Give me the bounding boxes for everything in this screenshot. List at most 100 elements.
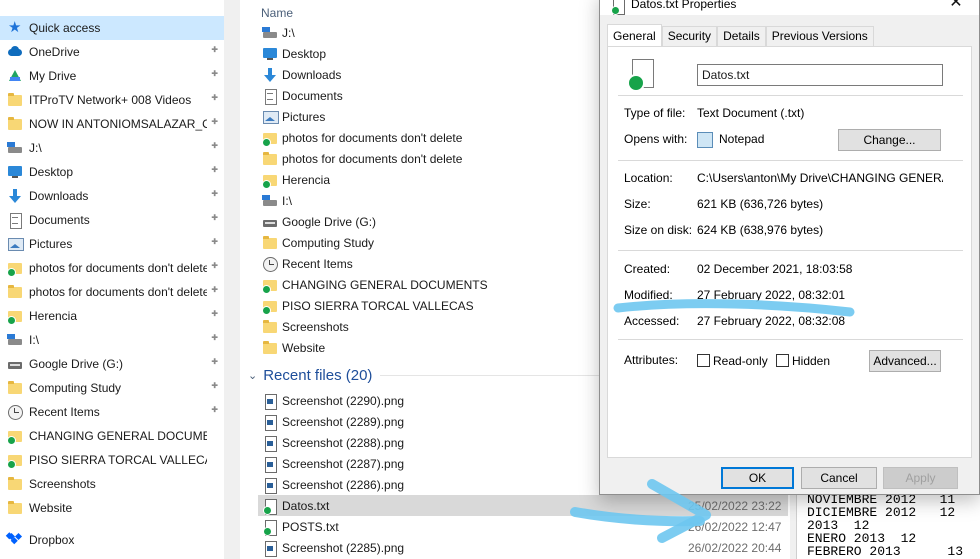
star-icon (7, 18, 23, 36)
nav-item[interactable]: photos for documents don't delete ✖ (0, 280, 224, 304)
folder-name: Desktop (282, 46, 327, 61)
text-file-icon (626, 59, 654, 92)
size-on-disk-value: 624 KB (638,976 bytes) (697, 223, 824, 237)
dialog-title: Datos.txt Properties (631, 0, 737, 11)
tab-general[interactable]: General (607, 24, 662, 46)
pin-icon[interactable]: ✖ (209, 380, 220, 391)
change-button[interactable]: Change... (838, 129, 941, 151)
nav-item[interactable]: Herencia ✖ (0, 304, 224, 328)
folder-name: J:\ (282, 25, 295, 40)
opens-with-value: Notepad (719, 132, 765, 146)
nav-item-label: NOW IN ANTONIOMSALAZAR_OUTLOOK (29, 117, 207, 131)
google-drive-disk-icon (262, 214, 278, 230)
recent-files-group-header[interactable]: ⌄ Recent files (20) (248, 365, 372, 385)
nav-item-label: Dropbox (29, 533, 75, 547)
cancel-button[interactable]: Cancel (801, 467, 877, 489)
nav-item[interactable]: photos for documents don't delete ✖ (0, 256, 224, 280)
recent-items-icon (262, 256, 278, 272)
chevron-down-icon: ⌄ (248, 369, 258, 382)
hidden-label[interactable]: Hidden (792, 354, 830, 368)
pin-icon[interactable]: ✖ (209, 332, 220, 343)
readonly-label[interactable]: Read-only (713, 354, 768, 368)
pin-icon[interactable]: ✖ (209, 404, 220, 415)
modified-value: 27 February 2022, 08:32:01 (697, 288, 846, 302)
synced-folder-icon (262, 130, 278, 147)
pin-icon[interactable]: ✖ (209, 260, 220, 271)
nav-item[interactable]: Downloads ✖ (0, 184, 224, 208)
pin-icon[interactable]: ✖ (209, 212, 220, 223)
nav-item[interactable]: I:\ ✖ (0, 328, 224, 352)
file-date: 25/02/2022 23:22 (688, 498, 782, 513)
separator (618, 250, 963, 251)
file-row[interactable]: Datos.txt 25/02/2022 23:22 (258, 495, 788, 516)
file-name: POSTS.txt (282, 519, 339, 534)
advanced-button[interactable]: Advanced... (869, 350, 941, 372)
size-value: 621 KB (636,726 bytes) (697, 197, 824, 211)
nav-item[interactable]: My Drive ✖ (0, 64, 224, 88)
pin-icon[interactable]: ✖ (209, 308, 220, 319)
png-file-icon (262, 477, 278, 494)
nav-item-label: PISO SIERRA TORCAL VALLECAS (29, 453, 207, 467)
apply-button[interactable]: Apply (883, 467, 958, 489)
type-label: Type of file: (624, 106, 686, 120)
nav-item[interactable]: Website (0, 496, 224, 520)
pin-icon[interactable]: ✖ (209, 164, 220, 175)
tab-previous-versions[interactable]: Previous Versions (765, 26, 874, 46)
tab-security[interactable]: Security (661, 26, 718, 46)
png-file-icon (262, 414, 278, 431)
nav-item-label: photos for documents don't delete (29, 285, 207, 299)
readonly-checkbox[interactable] (697, 354, 710, 367)
location-label: Location: (624, 171, 673, 185)
nav-item[interactable]: CHANGING GENERAL DOCUMENTS (0, 424, 224, 448)
nav-item[interactable]: Recent Items ✖ (0, 400, 224, 424)
nav-item[interactable]: Dropbox (0, 528, 224, 552)
scrollbar-thumb[interactable] (228, 2, 236, 557)
pin-icon[interactable]: ✖ (209, 284, 220, 295)
filename-field[interactable]: Datos.txt (697, 64, 943, 86)
properties-dialog: Datos.txt Properties ✕ General Security … (599, 0, 980, 495)
pin-icon[interactable]: ✖ (209, 140, 220, 151)
hidden-checkbox[interactable] (776, 354, 789, 367)
nav-item-label: Recent Items (29, 405, 100, 419)
nav-item[interactable]: Pictures ✖ (0, 232, 224, 256)
nav-item[interactable]: ITProTV Network+ 008 Videos ✖ (0, 88, 224, 112)
nav-item-label: I:\ (29, 333, 40, 347)
nav-item[interactable]: Google Drive (G:) ✖ (0, 352, 224, 376)
folder-name: photos for documents don't delete (282, 130, 463, 145)
folder-name: Recent Items (282, 256, 353, 271)
column-header-name[interactable]: Name (261, 6, 293, 20)
folder-icon (7, 284, 23, 300)
tab-details[interactable]: Details (717, 26, 766, 46)
nav-item[interactable]: Documents ✖ (0, 208, 224, 232)
pin-icon[interactable]: ✖ (209, 44, 220, 55)
folder-name: I:\ (282, 193, 293, 208)
synced-folder-icon (262, 172, 278, 189)
nav-item-label: J:\ (29, 141, 42, 155)
navigation-scrollbar[interactable] (224, 0, 240, 559)
folder-name: Screenshots (282, 319, 349, 334)
nav-item[interactable]: NOW IN ANTONIOMSALAZAR_OUTLOOK✖ (0, 112, 224, 136)
pin-icon[interactable]: ✖ (209, 116, 220, 127)
nav-item[interactable]: PISO SIERRA TORCAL VALLECAS (0, 448, 224, 472)
pin-icon[interactable]: ✖ (209, 236, 220, 247)
nav-item-label: Downloads (29, 189, 89, 203)
dialog-titlebar[interactable]: Datos.txt Properties ✕ (600, 0, 979, 15)
nav-item[interactable]: Quick access (0, 16, 224, 40)
file-row[interactable]: Screenshot (2285).png 26/02/2022 20:44 (258, 537, 788, 558)
nav-item[interactable]: Computing Study ✖ (0, 376, 224, 400)
pin-icon[interactable]: ✖ (209, 356, 220, 367)
nav-item[interactable]: Desktop ✖ (0, 160, 224, 184)
close-icon[interactable]: ✕ (933, 0, 979, 15)
ok-button[interactable]: OK (721, 467, 794, 489)
synced-text-file-icon (262, 498, 278, 515)
file-row[interactable]: POSTS.txt 26/02/2022 12:47 (258, 516, 788, 537)
nav-item[interactable]: Screenshots (0, 472, 224, 496)
pin-icon[interactable]: ✖ (209, 68, 220, 79)
nav-item[interactable]: J:\ ✖ (0, 136, 224, 160)
nav-item[interactable]: OneDrive ✖ (0, 40, 224, 64)
navigation-pane: Quick accessOneDrive✖My Drive✖ITProTV Ne… (0, 0, 224, 559)
pin-icon[interactable]: ✖ (209, 188, 220, 199)
nav-item-label: Computing Study (29, 381, 122, 395)
pin-icon[interactable]: ✖ (209, 92, 220, 103)
file-name: Screenshot (2287).png (282, 456, 405, 471)
